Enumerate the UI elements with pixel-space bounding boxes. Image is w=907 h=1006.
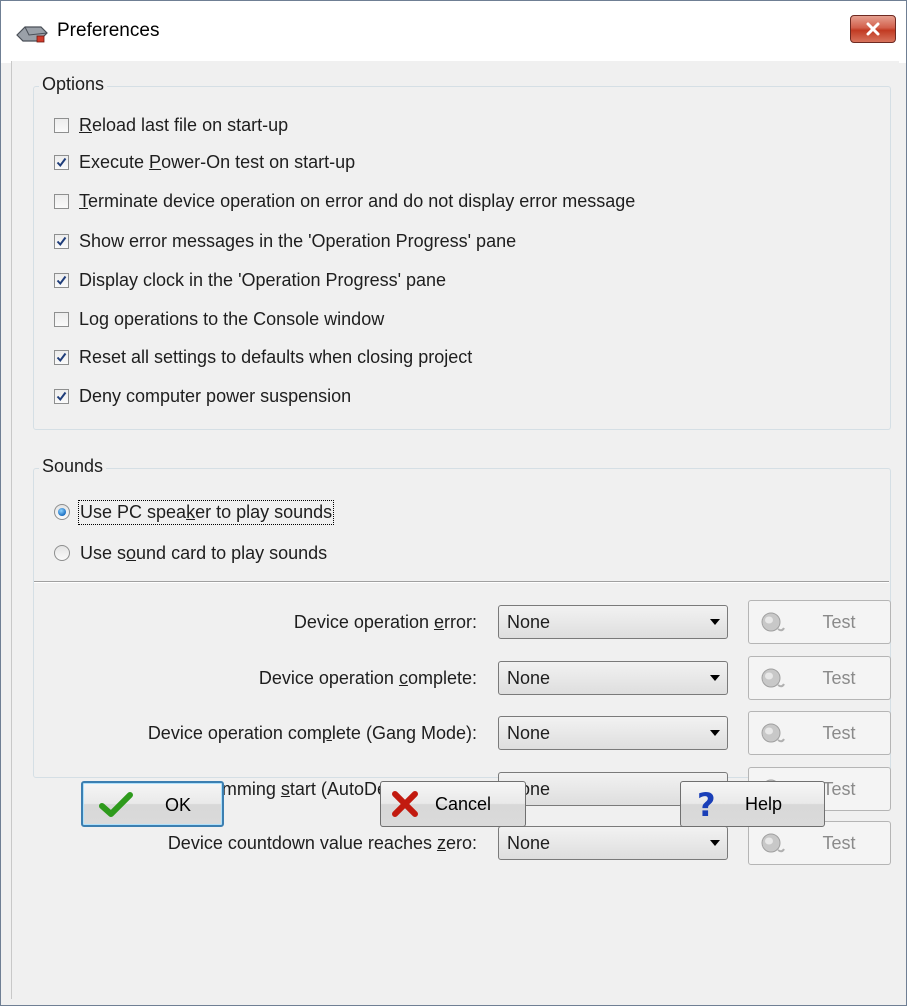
option-display-clock[interactable]: Display clock in the 'Operation Progress… <box>54 268 446 292</box>
sounds-divider <box>34 581 889 583</box>
radio-button[interactable] <box>54 545 70 561</box>
option-label: Log operations to the Console window <box>79 308 385 329</box>
ok-button[interactable]: OK <box>81 781 224 827</box>
window-title: Preferences <box>57 20 160 41</box>
checkbox[interactable] <box>54 311 69 327</box>
sound-event-label: Device operation error: <box>293 612 477 632</box>
option-reload-last-file[interactable]: Reload last file on start-up <box>54 113 288 137</box>
option-log-to-console[interactable]: Log operations to the Console window <box>54 307 384 331</box>
speaker-icon <box>760 722 788 753</box>
dialog-client-area: Options Reload last file on start-up Exe… <box>11 61 899 999</box>
radio-sound-card[interactable]: Use sound card to play sounds <box>54 541 327 565</box>
programmer-app-icon <box>15 23 49 45</box>
title-bar[interactable]: Preferences <box>1 1 906 63</box>
speaker-icon <box>760 667 788 698</box>
sounds-group-label: Sounds <box>39 456 107 477</box>
sound-select-operation-error[interactable]: None <box>498 605 728 639</box>
dropdown-arrow-icon <box>703 730 727 736</box>
help-question-icon: ? <box>695 786 721 826</box>
dropdown-arrow-icon <box>703 619 727 625</box>
radio-label: Use PC speaker to play sounds <box>77 499 335 525</box>
cancel-x-icon <box>391 791 419 822</box>
checkmark-icon <box>56 391 67 401</box>
test-button-gang-mode[interactable]: Test <box>748 711 891 755</box>
radio-pc-speaker[interactable]: Use PC speaker to play sounds <box>54 499 335 525</box>
radio-label: Use sound card to play sounds <box>80 542 328 563</box>
help-button[interactable]: ? Help <box>680 781 825 827</box>
checkbox[interactable] <box>54 233 69 249</box>
dropdown-arrow-icon <box>703 675 727 681</box>
sound-select-gang-mode[interactable]: None <box>498 716 728 750</box>
svg-text:?: ? <box>697 787 716 821</box>
checkmark-icon <box>99 792 133 823</box>
preferences-dialog: Preferences Options Reload last file on … <box>0 0 907 1006</box>
close-icon <box>866 22 880 36</box>
option-label: Deny computer power suspension <box>79 385 352 406</box>
close-button[interactable] <box>850 15 896 43</box>
speaker-icon <box>760 611 788 642</box>
checkmark-icon <box>56 352 67 362</box>
option-show-error-messages[interactable]: Show error messages in the 'Operation Pr… <box>54 229 516 253</box>
option-reset-settings[interactable]: Reset all settings to defaults when clos… <box>54 345 472 369</box>
checkmark-icon <box>56 275 67 285</box>
sound-event-label: Device operation complete: <box>258 668 477 688</box>
test-button-countdown-zero[interactable]: Test <box>748 821 891 865</box>
cancel-button[interactable]: Cancel <box>380 781 526 827</box>
option-label: Display clock in the 'Operation Progress… <box>79 269 447 290</box>
option-terminate-on-error[interactable]: Terminate device operation on error and … <box>54 189 635 213</box>
option-label: Execute Power-On test on start-up <box>79 151 356 172</box>
speaker-icon <box>760 832 788 863</box>
sound-select-countdown-zero[interactable]: None <box>498 826 728 860</box>
sound-event-label: Device countdown value reaches zero: <box>167 833 477 853</box>
radio-button[interactable] <box>54 504 70 520</box>
checkbox[interactable] <box>54 117 69 133</box>
checkbox[interactable] <box>54 154 69 170</box>
checkmark-icon <box>56 236 67 246</box>
checkbox[interactable] <box>54 272 69 288</box>
test-button-operation-error[interactable]: Test <box>748 600 891 644</box>
option-label: Reload last file on start-up <box>79 114 289 135</box>
sound-event-label: Device operation complete (Gang Mode): <box>147 723 477 743</box>
checkbox[interactable] <box>54 193 69 209</box>
option-label: Reset all settings to defaults when clos… <box>79 346 473 367</box>
checkbox[interactable] <box>54 388 69 404</box>
sound-select-operation-complete[interactable]: None <box>498 661 728 695</box>
option-label: Show error messages in the 'Operation Pr… <box>79 230 517 251</box>
checkmark-icon <box>56 157 67 167</box>
checkbox[interactable] <box>54 349 69 365</box>
dropdown-arrow-icon <box>703 840 727 846</box>
option-label: Terminate device operation on error and … <box>79 190 636 211</box>
options-group-label: Options <box>39 74 108 95</box>
option-deny-power-suspension[interactable]: Deny computer power suspension <box>54 384 351 408</box>
option-power-on-test[interactable]: Execute Power-On test on start-up <box>54 150 355 174</box>
test-button-operation-complete[interactable]: Test <box>748 656 891 700</box>
options-group <box>33 86 891 430</box>
